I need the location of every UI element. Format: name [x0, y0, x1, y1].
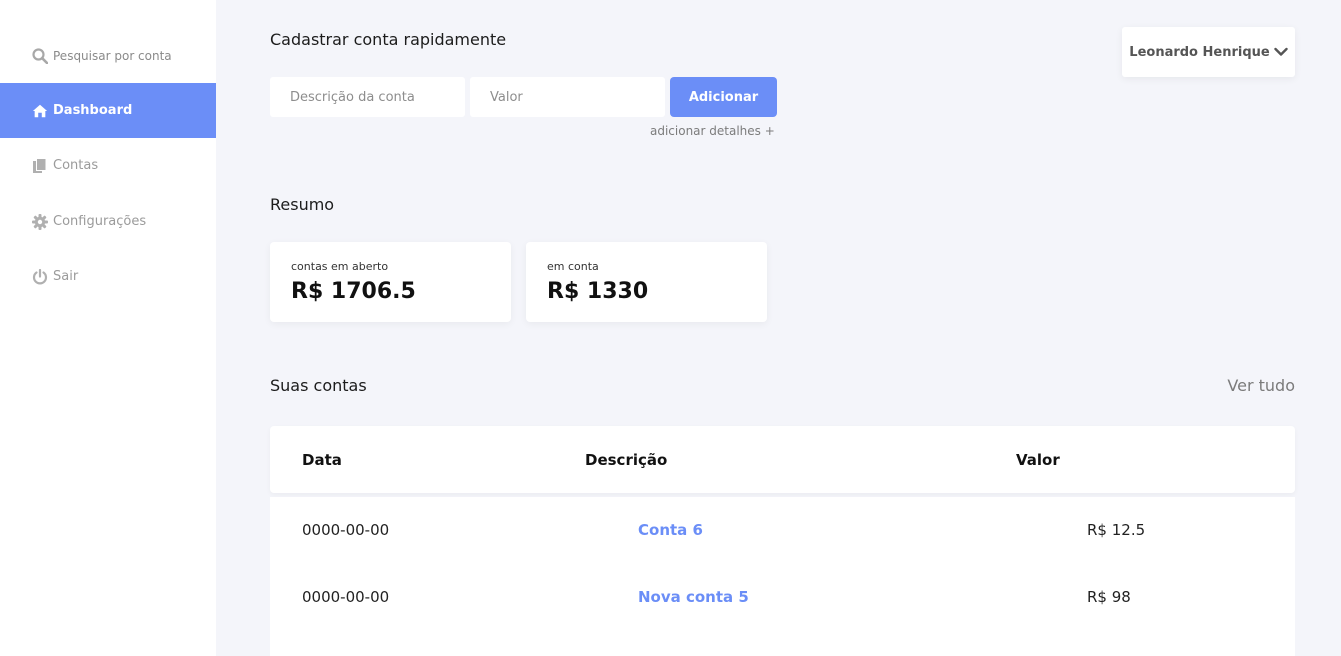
summary-card-label: em conta: [547, 260, 599, 273]
see-all-link[interactable]: Ver tudo: [1227, 376, 1295, 395]
search-icon: [32, 47, 48, 64]
home-icon: [32, 103, 48, 119]
row-value: R$ 12.5: [1087, 521, 1146, 539]
sidebar-item-label: Sair: [53, 269, 79, 284]
column-header-date: Data: [302, 451, 342, 469]
sidebar-item-label: Dashboard: [53, 103, 133, 118]
sidebar-item-label: Contas: [53, 158, 99, 173]
add-button[interactable]: Adicionar: [670, 77, 777, 117]
accounts-table-body: 0000-00-00 Conta 6 R$ 12.5 0000-00-00 No…: [270, 497, 1295, 656]
gear-icon: [32, 213, 48, 230]
accounts-title: Suas contas: [270, 376, 367, 395]
chevron-down-icon: [1274, 47, 1288, 57]
row-date: 0000-00-00: [302, 521, 390, 539]
row-description-link[interactable]: Nova conta 5: [638, 588, 749, 606]
sidebar-item-sair[interactable]: Sair: [0, 249, 216, 304]
sidebar-item-dashboard[interactable]: Dashboard: [0, 83, 216, 138]
value-input[interactable]: [470, 77, 665, 117]
sidebar-search-label: Pesquisar por conta: [53, 48, 172, 63]
user-menu[interactable]: Leonardo Henrique: [1122, 27, 1295, 77]
summary-card-open-bills: contas em aberto R$ 1706.5: [270, 242, 511, 322]
sidebar-item-contas[interactable]: Contas: [0, 138, 216, 193]
summary-title: Resumo: [270, 195, 335, 214]
user-name: Leonardo Henrique: [1129, 44, 1270, 60]
row-value: R$ 98: [1087, 588, 1131, 606]
summary-card-balance: em conta R$ 1330: [526, 242, 767, 322]
sidebar-item-label: Configurações: [53, 214, 147, 229]
column-header-description: Descrição: [585, 451, 668, 469]
power-icon: [32, 268, 48, 285]
description-input[interactable]: [270, 77, 465, 117]
accounts-table-header: Data Descrição Valor: [270, 426, 1295, 493]
summary-card-label: contas em aberto: [291, 260, 389, 273]
sidebar-item-configuracoes[interactable]: Configurações: [0, 194, 216, 249]
sidebar-search[interactable]: Pesquisar por conta: [0, 28, 216, 83]
copy-icon: [32, 157, 48, 174]
row-description-link[interactable]: Conta 6: [638, 521, 703, 539]
summary-card-value: R$ 1330: [547, 279, 649, 304]
quick-add-title: Cadastrar conta rapidamente: [270, 30, 507, 49]
column-header-value: Valor: [1016, 451, 1060, 469]
sidebar: Pesquisar por conta Dashboard Contas Con…: [0, 0, 216, 656]
summary-card-value: R$ 1706.5: [291, 279, 416, 304]
add-details-link[interactable]: adicionar detalhes +: [650, 124, 775, 138]
row-date: 0000-00-00: [302, 588, 390, 606]
